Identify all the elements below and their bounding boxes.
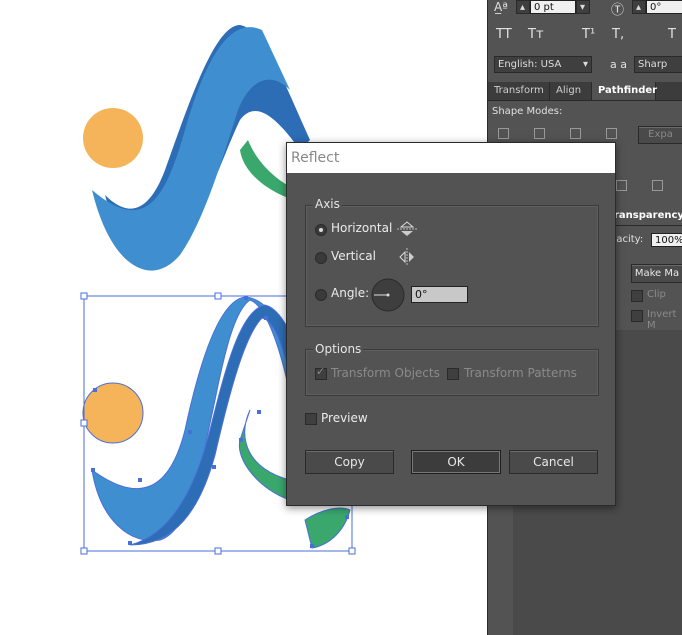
unite-icon[interactable] bbox=[498, 128, 509, 139]
cancel-button[interactable]: Cancel bbox=[509, 450, 598, 474]
logo-green-swoosh-copy bbox=[238, 409, 291, 501]
all-caps-icon[interactable]: TT bbox=[496, 27, 512, 42]
antialias-icon: a a bbox=[610, 58, 627, 71]
rotate-input[interactable]: 0° bbox=[646, 0, 682, 14]
expand-button[interactable]: Expa bbox=[638, 126, 682, 144]
reflect-dialog: Reflect Axis Horizontal Vertical Angle: … bbox=[286, 142, 616, 506]
rotate-icon: Ⓣ bbox=[611, 3, 625, 18]
small-caps-icon[interactable]: Tт bbox=[528, 27, 544, 42]
leading-icon: A̲ª bbox=[494, 0, 508, 14]
transform-objects-label: Transform Objects bbox=[331, 366, 440, 380]
subscript-icon[interactable]: T, bbox=[612, 27, 624, 42]
underline-icon[interactable]: T bbox=[668, 27, 676, 42]
angle-radio[interactable] bbox=[315, 289, 327, 301]
panel-tabs: Transform Align Pathfinder bbox=[488, 82, 682, 101]
tab-pathfinder[interactable]: Pathfinder bbox=[592, 82, 657, 100]
ok-button[interactable]: OK bbox=[411, 450, 501, 474]
horizontal-label[interactable]: Horizontal bbox=[331, 221, 392, 235]
horizontal-reflect-icon bbox=[397, 221, 417, 236]
copy-button[interactable]: Copy bbox=[305, 450, 394, 474]
language-select[interactable]: English: USA ▾ bbox=[494, 56, 592, 73]
antialias-value: Sharp bbox=[638, 59, 668, 70]
clip-label: Clip bbox=[647, 289, 666, 300]
vertical-reflect-icon bbox=[399, 248, 414, 266]
angle-label[interactable]: Angle: bbox=[331, 286, 369, 300]
logo-green-swoosh-copy-2 bbox=[304, 507, 351, 549]
shape-modes-label: Shape Modes: bbox=[492, 106, 563, 117]
transform-patterns-checkbox[interactable] bbox=[447, 368, 459, 380]
preview-label[interactable]: Preview bbox=[321, 411, 368, 425]
minus-front-icon[interactable] bbox=[534, 128, 545, 139]
transform-objects-checkbox[interactable]: ✓ bbox=[315, 365, 327, 380]
logo-sun-circle bbox=[83, 108, 143, 168]
make-mask-button[interactable]: Make Ma bbox=[631, 264, 682, 283]
transparency-tabs: ransparency bbox=[608, 207, 682, 226]
superscript-icon[interactable]: T¹ bbox=[582, 27, 595, 42]
leading-dropdown[interactable]: ▾ bbox=[576, 0, 590, 14]
check-icon: ✓ bbox=[316, 365, 326, 378]
leading-stepper[interactable]: ▴ bbox=[516, 0, 530, 14]
horizontal-radio[interactable] bbox=[315, 224, 327, 236]
tab-transform[interactable]: Transform bbox=[488, 82, 550, 100]
options-label: Options bbox=[313, 342, 364, 356]
angle-dial[interactable] bbox=[370, 277, 406, 313]
leading-input[interactable]: 0 pt bbox=[530, 0, 576, 14]
clip-checkbox[interactable] bbox=[631, 290, 643, 302]
rotate-stepper[interactable]: ▴ bbox=[632, 0, 646, 14]
invert-mask-checkbox[interactable] bbox=[631, 310, 643, 322]
axis-label: Axis bbox=[313, 197, 342, 211]
pathfinder-outline-icon[interactable] bbox=[652, 180, 663, 191]
preview-checkbox[interactable] bbox=[305, 413, 317, 425]
vertical-radio[interactable] bbox=[315, 252, 327, 264]
exclude-icon[interactable] bbox=[606, 128, 617, 139]
pathfinder-divide-icon[interactable] bbox=[616, 180, 627, 191]
antialias-select[interactable]: Sharp bbox=[634, 56, 682, 73]
vertical-label[interactable]: Vertical bbox=[331, 249, 376, 263]
intersect-icon[interactable] bbox=[570, 128, 581, 139]
language-value: English: USA bbox=[498, 59, 562, 70]
chevron-down-icon: ▾ bbox=[582, 59, 588, 70]
dialog-title: Reflect bbox=[287, 143, 615, 173]
angle-input[interactable]: 0° bbox=[411, 286, 468, 303]
tab-align[interactable]: Align bbox=[550, 82, 592, 100]
opacity-input[interactable]: 100% bbox=[651, 233, 682, 247]
transform-patterns-label: Transform Patterns bbox=[464, 366, 577, 380]
invert-mask-label: Invert M bbox=[647, 309, 677, 331]
logo-sun-circle-copy bbox=[82, 382, 144, 444]
tab-transparency[interactable]: ransparency bbox=[608, 207, 682, 225]
